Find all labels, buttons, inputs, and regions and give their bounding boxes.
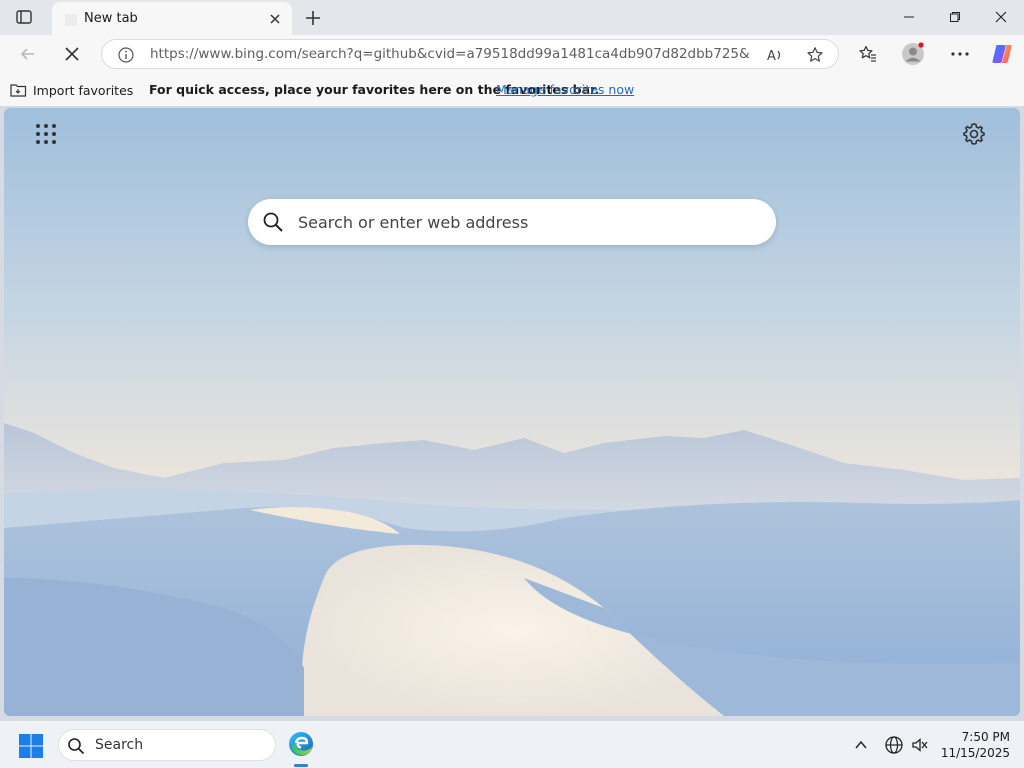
search-icon [262, 211, 284, 233]
read-aloud-icon[interactable]: A [766, 46, 784, 64]
chevron-up-icon[interactable] [852, 736, 870, 754]
favorites-button[interactable] [856, 42, 880, 66]
title-bar: New tab [0, 0, 1024, 35]
windows-start-icon[interactable] [18, 733, 44, 759]
taskbar-search-box[interactable]: Search [58, 729, 276, 761]
favorite-star-icon[interactable] [806, 46, 824, 64]
stop-icon [65, 47, 79, 61]
more-icon [951, 52, 969, 56]
import-favorites-label: Import favorites [33, 82, 134, 98]
system-clock[interactable]: 7:50 PM 11/15/2025 [938, 729, 1010, 761]
sound-icon[interactable] [910, 735, 930, 755]
svg-text:A: A [767, 49, 776, 64]
close-tab-icon[interactable] [268, 11, 282, 25]
clock-date: 11/15/2025 [940, 746, 1010, 760]
back-button[interactable] [16, 42, 40, 66]
close-icon [995, 11, 1007, 23]
settings-gear-icon[interactable] [962, 122, 986, 146]
search-icon [67, 737, 85, 755]
favorites-icon [859, 45, 876, 62]
copilot-button[interactable] [990, 42, 1014, 66]
apps-grid-icon[interactable] [34, 122, 58, 146]
clock-time: 7:50 PM [961, 730, 1010, 744]
edge-taskbar-button[interactable] [284, 727, 318, 761]
window-close-button[interactable] [990, 6, 1012, 28]
copilot-icon [992, 45, 1012, 63]
url-text[interactable]: https://www.bing.com/search?q=github&cvi… [150, 46, 750, 62]
more-button[interactable] [948, 42, 972, 66]
active-app-indicator [294, 764, 308, 767]
minimize-button[interactable] [898, 6, 920, 28]
minimize-icon [904, 16, 914, 18]
import-folder-icon [10, 84, 27, 97]
tab-favicon-icon [64, 12, 78, 26]
stop-loading-button[interactable] [60, 42, 84, 66]
tab-actions-icon[interactable] [10, 7, 38, 27]
new-tab-search-box[interactable] [248, 199, 776, 245]
search-input[interactable] [298, 199, 758, 245]
import-favorites-button[interactable]: Import favorites [10, 80, 133, 100]
profile-button[interactable] [901, 42, 925, 66]
edge-icon [289, 732, 313, 756]
taskbar: Search 7:50 PM 11/15/2025 [0, 720, 1024, 768]
address-bar[interactable]: https://www.bing.com/search?q=github&cvi… [101, 39, 839, 69]
restore-button[interactable] [944, 6, 966, 28]
favorites-bar: Import favorites For quick access, place… [0, 73, 1024, 106]
manage-favorites-link[interactable]: Manage favorites now [496, 82, 634, 97]
browser-toolbar: https://www.bing.com/search?q=github&cvi… [0, 35, 1024, 73]
tab-title: New tab [84, 11, 138, 26]
taskbar-search-label: Search [95, 737, 144, 753]
restore-icon [950, 12, 960, 22]
back-icon [20, 48, 34, 60]
tab-new-tab[interactable]: New tab [52, 2, 292, 35]
info-icon[interactable] [118, 47, 134, 63]
network-icon[interactable] [884, 735, 904, 755]
profile-icon [902, 42, 924, 65]
new-tab-page [4, 108, 1020, 716]
plus-icon [306, 11, 320, 25]
new-tab-button[interactable] [302, 7, 324, 29]
